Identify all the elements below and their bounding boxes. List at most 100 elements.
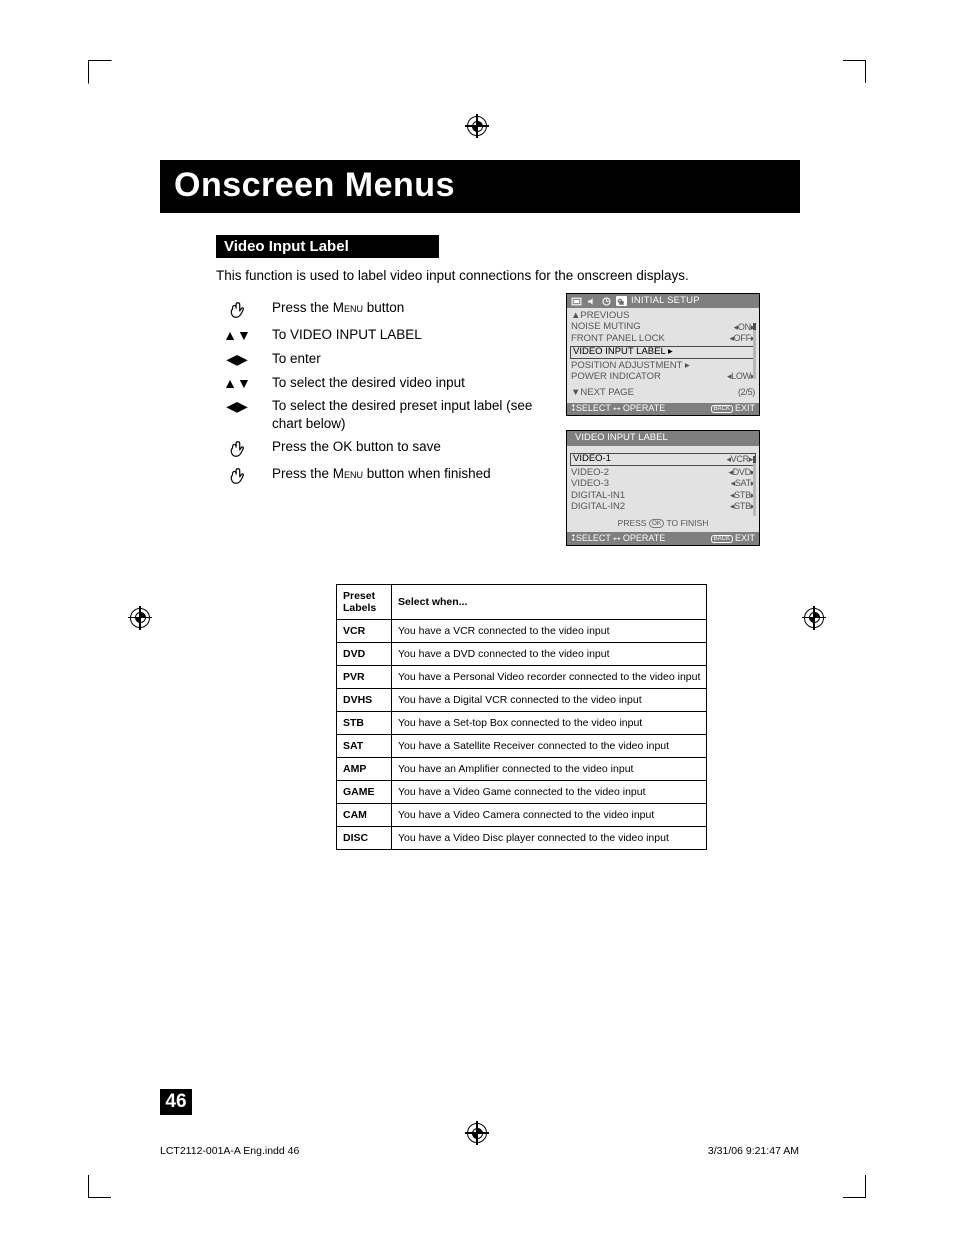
- osd-tab-setup-icon: [616, 296, 627, 306]
- osd-row: VIDEO INPUT LABEL ▸: [570, 346, 756, 359]
- left-right-arrows-icon: ◀▶: [216, 350, 258, 368]
- instruction-step: ◀▶ To enter: [216, 350, 536, 368]
- crop-mark-tr: [843, 60, 866, 83]
- osd-tab-picture-icon: [571, 296, 582, 306]
- section-intro: This function is used to label video inp…: [216, 268, 800, 283]
- crop-mark-bl: [88, 1175, 111, 1198]
- up-down-arrows-icon: ▲▼: [216, 326, 258, 343]
- osd-scrollbar: [753, 456, 756, 516]
- instruction-step: Press the Menu button: [216, 299, 536, 320]
- preset-desc-cell: You have a Satellite Receiver connected …: [392, 735, 707, 758]
- instruction-text: To VIDEO INPUT LABEL: [272, 326, 536, 344]
- preset-label-cell: SAT: [337, 735, 392, 758]
- osd-row: ▲PREVIOUS: [570, 310, 756, 321]
- osd-row: POSITION ADJUSTMENT ▸: [570, 360, 756, 371]
- osd-row: POWER INDICATOR◂LOW▸: [570, 372, 756, 383]
- preset-label-cell: CAM: [337, 804, 392, 827]
- table-row: DVHSYou have a Digital VCR connected to …: [337, 689, 707, 712]
- page-content: Onscreen Menus Video Input Label This fu…: [160, 160, 800, 850]
- osd-row: FRONT PANEL LOCK◂OFF▸: [570, 333, 756, 344]
- osd-initial-setup: INITIAL SETUP ▲PREVIOUSNOISE MUTING◂ON▸F…: [566, 293, 760, 416]
- print-footer: LCT2112-001A-A Eng.indd 46 3/31/06 9:21:…: [160, 1145, 799, 1157]
- instruction-step: ◀▶ To select the desired preset input lab…: [216, 397, 536, 432]
- preset-desc-cell: You have a Video Game connected to the v…: [392, 781, 707, 804]
- instruction-text: Press the Menu button: [272, 299, 536, 317]
- osd-footer-exit: BACKEXIT: [711, 404, 755, 414]
- table-header: Select when...: [392, 585, 707, 620]
- footer-file: LCT2112-001A-A Eng.indd 46: [160, 1145, 299, 1157]
- preset-desc-cell: You have an Amplifier connected to the v…: [392, 758, 707, 781]
- section-heading: Video Input Label: [216, 235, 439, 258]
- preset-desc-cell: You have a Video Disc player connected t…: [392, 827, 707, 850]
- instruction-steps: Press the Menu button ▲▼ To VIDEO INPUT LA…: [216, 293, 536, 492]
- table-row: GAMEYou have a Video Game connected to t…: [337, 781, 707, 804]
- preset-desc-cell: You have a Digital VCR connected to the …: [392, 689, 707, 712]
- osd-row: NOISE MUTING◂ON▸: [570, 322, 756, 333]
- osd-row: DIGITAL-IN1◂STB▸: [570, 490, 756, 501]
- osd-header: INITIAL SETUP: [567, 294, 759, 308]
- table-row: DISCYou have a Video Disc player connect…: [337, 827, 707, 850]
- table-row: DVDYou have a DVD connected to the video…: [337, 643, 707, 666]
- preset-desc-cell: You have a DVD connected to the video in…: [392, 643, 707, 666]
- preset-desc-cell: You have a Set-top Box connected to the …: [392, 712, 707, 735]
- osd-footer-operate: ⭥SELECT ⭤ OPERATE: [571, 534, 665, 544]
- osd-footer-exit: BACKEXIT: [711, 534, 755, 544]
- instruction-step: Press the Menu button when finished: [216, 465, 536, 486]
- table-row: CAMYou have a Video Camera connected to …: [337, 804, 707, 827]
- registration-mark-icon: [130, 608, 150, 628]
- instruction-text: To select the desired preset input label…: [272, 397, 536, 432]
- instruction-text: Press the Menu button when finished: [272, 465, 536, 483]
- preset-desc-cell: You have a Personal Video recorder conne…: [392, 666, 707, 689]
- crop-mark-tl: [88, 60, 112, 84]
- preset-desc-cell: You have a VCR connected to the video in…: [392, 620, 707, 643]
- osd-tab-clock-icon: [601, 296, 612, 306]
- registration-mark-icon: [804, 608, 824, 628]
- hand-press-icon: [216, 299, 258, 320]
- preset-labels-table: Preset Labels Select when... VCRYou have…: [336, 584, 707, 850]
- preset-label-cell: DISC: [337, 827, 392, 850]
- instruction-text: Press the OK button to save: [272, 438, 536, 456]
- instruction-step: ▲▼ To VIDEO INPUT LABEL: [216, 326, 536, 344]
- up-down-arrows-icon: ▲▼: [216, 374, 258, 391]
- osd-scrollbar: [753, 323, 756, 379]
- instruction-text: To enter: [272, 350, 536, 368]
- instruction-text: To select the desired video input: [272, 374, 536, 392]
- preset-label-cell: AMP: [337, 758, 392, 781]
- preset-label-cell: GAME: [337, 781, 392, 804]
- osd-tab-sound-icon: [586, 296, 597, 306]
- page-number: 46: [160, 1089, 192, 1115]
- preset-label-cell: DVD: [337, 643, 392, 666]
- osd-next-page: ▼NEXT PAGE(2/5): [570, 387, 756, 398]
- table-row: SATYou have a Satellite Receiver connect…: [337, 735, 707, 758]
- registration-mark-icon: [467, 1123, 487, 1143]
- osd-header-title: INITIAL SETUP: [631, 296, 700, 306]
- osd-header: VIDEO INPUT LABEL: [567, 431, 759, 445]
- osd-row: VIDEO-3◂SAT▸: [570, 479, 756, 490]
- preset-desc-cell: You have a Video Camera connected to the…: [392, 804, 707, 827]
- osd-footer-operate: ⭥SELECT ⭤ OPERATE: [571, 404, 665, 414]
- table-row: PVRYou have a Personal Video recorder co…: [337, 666, 707, 689]
- osd-row: VIDEO-2◂DVD▸: [570, 467, 756, 478]
- osd-previews: INITIAL SETUP ▲PREVIOUSNOISE MUTING◂ON▸F…: [566, 293, 800, 560]
- osd-press-ok-line: PRESS OK TO FINISH: [570, 513, 756, 530]
- hand-press-icon: [216, 465, 258, 486]
- table-row: AMPYou have an Amplifier connected to th…: [337, 758, 707, 781]
- osd-header-title: VIDEO INPUT LABEL: [575, 433, 668, 443]
- instruction-step: ▲▼ To select the desired video input: [216, 374, 536, 392]
- osd-video-input-label: VIDEO INPUT LABEL VIDEO-1◂VCR▸VIDEO-2◂DV…: [566, 430, 760, 546]
- crop-mark-br: [843, 1175, 866, 1198]
- instruction-step: Press the OK button to save: [216, 438, 536, 459]
- osd-row: DIGITAL-IN2◂STB▸: [570, 502, 756, 513]
- left-right-arrows-icon: ◀▶: [216, 397, 258, 415]
- preset-label-cell: DVHS: [337, 689, 392, 712]
- hand-press-icon: [216, 438, 258, 459]
- preset-label-cell: PVR: [337, 666, 392, 689]
- page-title: Onscreen Menus: [160, 160, 800, 213]
- footer-timestamp: 3/31/06 9:21:47 AM: [708, 1145, 799, 1157]
- table-row: STBYou have a Set-top Box connected to t…: [337, 712, 707, 735]
- registration-mark-icon: [467, 116, 487, 136]
- preset-label-cell: STB: [337, 712, 392, 735]
- osd-row: VIDEO-1◂VCR▸: [570, 453, 756, 466]
- table-row: VCRYou have a VCR connected to the video…: [337, 620, 707, 643]
- table-header: Preset Labels: [337, 585, 392, 620]
